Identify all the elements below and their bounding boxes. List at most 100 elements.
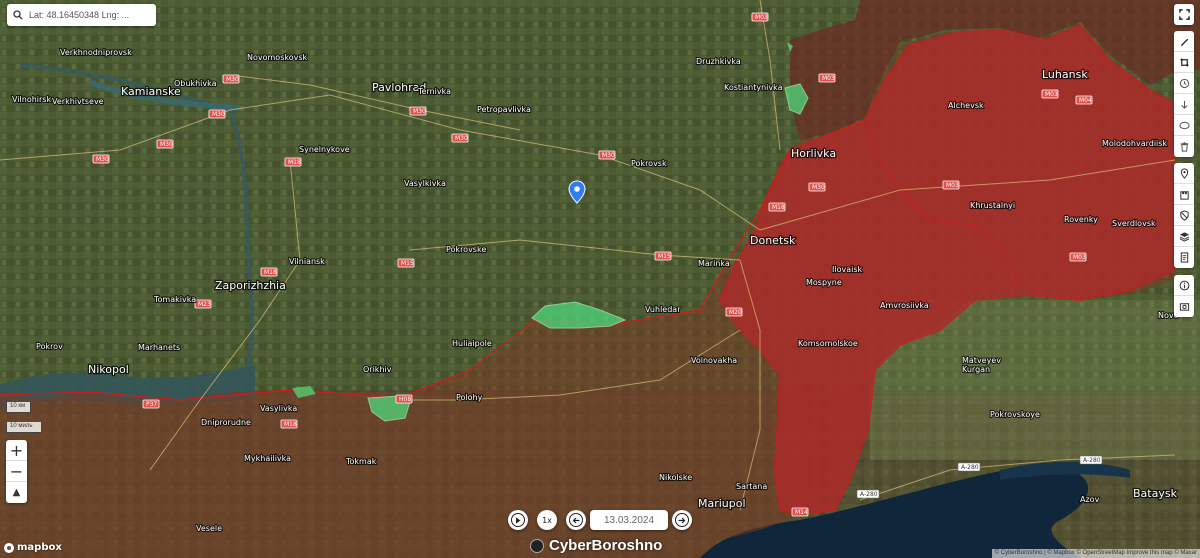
shield-button[interactable]: [1174, 205, 1194, 226]
road-shield-m30g: M30: [598, 150, 616, 160]
city-label-bataysk: Bataysk: [1133, 487, 1178, 500]
svg-text:M30: M30: [96, 156, 109, 163]
fortifications-button[interactable]: [1174, 184, 1194, 205]
play-button[interactable]: [508, 510, 528, 530]
speed-button[interactable]: 1x: [537, 510, 557, 530]
zoom-controls: + − ▲: [6, 440, 27, 503]
zoom-in-button[interactable]: +: [6, 440, 27, 461]
search-icon: [13, 10, 23, 20]
date-field[interactable]: 13.03.2024: [590, 510, 668, 530]
city-label-mospyne: Mospyne: [806, 278, 842, 287]
city-label-rovenky: Rovenky: [1064, 215, 1098, 224]
city-label-pokrovsk: Pokrovsk: [631, 159, 667, 168]
arrow-down-icon: [1180, 100, 1188, 109]
pencil-icon: [1180, 38, 1188, 46]
draw-polygon-button[interactable]: [1174, 52, 1194, 73]
svg-text:M15: M15: [401, 260, 414, 267]
svg-text:M30: M30: [226, 76, 239, 83]
svg-text:P37: P37: [146, 401, 157, 408]
road-shield-m03b: M03: [818, 73, 836, 83]
speed-label: 1x: [542, 515, 552, 525]
road-shield-m30c: M30: [208, 109, 226, 119]
road-shield-m30a: M30: [222, 74, 240, 84]
city-label-donetsk: Donetsk: [750, 234, 796, 247]
city-label-marhanets: Marhanets: [138, 343, 180, 352]
road-shield-h08: H08: [395, 394, 413, 404]
city-label-nikopol: Nikopol: [88, 363, 129, 376]
draw-circle-button[interactable]: [1174, 115, 1194, 136]
arrow-button[interactable]: [1174, 94, 1194, 115]
city-label-vesele: Vesele: [196, 524, 222, 533]
city-label-khrustalnyi: Khrustalnyi: [970, 201, 1015, 210]
document-button[interactable]: [1174, 247, 1194, 268]
layer-tools: [1174, 163, 1194, 268]
svg-text:H08: H08: [399, 396, 411, 403]
delete-button[interactable]: [1174, 136, 1194, 157]
info-icon: [1179, 280, 1189, 290]
scale-bar-mi: 10 миль: [6, 422, 42, 433]
scale-mi-label: 10 миль: [10, 423, 33, 429]
attribution[interactable]: © CyberBoroshno | © Mapbox © OpenStreetM…: [991, 549, 1200, 558]
trash-icon: [1180, 142, 1188, 152]
city-label-polohy: Polohy: [456, 393, 483, 402]
svg-text:M30: M30: [602, 152, 615, 159]
road-shield-m30f: M30: [92, 154, 110, 164]
city-label-ilovaisk: Ilovaisk: [832, 265, 863, 274]
marker-button[interactable]: [1174, 163, 1194, 184]
city-label-tomakivka: Tomakivka: [153, 295, 196, 304]
road-shield-a280b: A-280: [957, 462, 981, 472]
map-canvas[interactable]: M03 M03 M03 M03 M03 M04 M30 M30 M30 M30 …: [0, 0, 1200, 558]
svg-text:M03: M03: [946, 182, 959, 189]
fullscreen-icon: [1178, 9, 1190, 20]
castle-icon: [1179, 190, 1189, 200]
city-label-vuhledar: Vuhledar: [645, 305, 681, 314]
clock-icon: [1179, 78, 1189, 88]
layers-button[interactable]: [1174, 226, 1194, 247]
city-label-verkhivtseve: Verkhivtseve: [52, 97, 104, 106]
info-button[interactable]: [1174, 275, 1194, 296]
svg-text:M03: M03: [1073, 254, 1086, 261]
svg-text:M30: M30: [413, 108, 426, 115]
city-label-novomoskovsk: Novomoskovsk: [247, 53, 308, 62]
prev-date-button[interactable]: [566, 510, 586, 530]
city-label-tokmak: Tokmak: [345, 457, 377, 466]
brand-name: CyberBoroshno: [549, 537, 663, 554]
history-button[interactable]: [1174, 73, 1194, 94]
mapbox-logo[interactable]: mapbox: [4, 542, 62, 553]
map-pin-icon: [1180, 167, 1188, 179]
road-shield-m30d: M30: [451, 133, 469, 143]
city-label-vasylkivka: Vasylkivka: [404, 179, 446, 188]
city-label-vasylivka: Vasylivka: [260, 404, 297, 413]
screenshot-button[interactable]: [1174, 296, 1194, 317]
brand-watermark: CyberBoroshno: [530, 537, 662, 554]
road-shield-m18b: M18: [260, 267, 278, 277]
fullscreen-button[interactable]: [1174, 4, 1194, 25]
city-label-azov: Azov: [1080, 495, 1100, 504]
city-label-ternivka: Ternivka: [417, 87, 451, 96]
road-shield-m04: M04: [1075, 95, 1093, 105]
compass-button[interactable]: ▲: [6, 482, 27, 503]
polygon-icon: [1180, 58, 1188, 66]
scale-bar-km: 10 км: [6, 402, 31, 413]
svg-text:M23: M23: [198, 301, 211, 308]
city-label-petropavlivka: Petropavlivka: [477, 105, 531, 114]
city-label-pokrovske: Pokrovske: [446, 245, 486, 254]
city-label-horlivka: Horlivka: [791, 147, 836, 160]
coordinates-input[interactable]: [29, 10, 149, 20]
road-shield-m30e: M30: [156, 139, 174, 149]
road-shield-m30b: M30: [409, 106, 427, 116]
svg-text:M30: M30: [160, 141, 173, 148]
road-shield-m15a: M15: [397, 258, 415, 268]
info-tools: [1174, 275, 1194, 317]
svg-text:M30: M30: [812, 184, 825, 191]
svg-text:A-280: A-280: [1083, 457, 1101, 464]
coordinates-search[interactable]: [7, 4, 156, 26]
svg-text:M03: M03: [755, 14, 768, 21]
next-date-button[interactable]: [672, 510, 692, 530]
play-icon: [516, 517, 521, 523]
draw-line-button[interactable]: [1174, 31, 1194, 52]
road-shield-m03c: M03: [1041, 89, 1059, 99]
road-shield-m23: M23: [194, 299, 212, 309]
fullscreen-control: [1174, 4, 1194, 25]
zoom-out-button[interactable]: −: [6, 461, 27, 482]
